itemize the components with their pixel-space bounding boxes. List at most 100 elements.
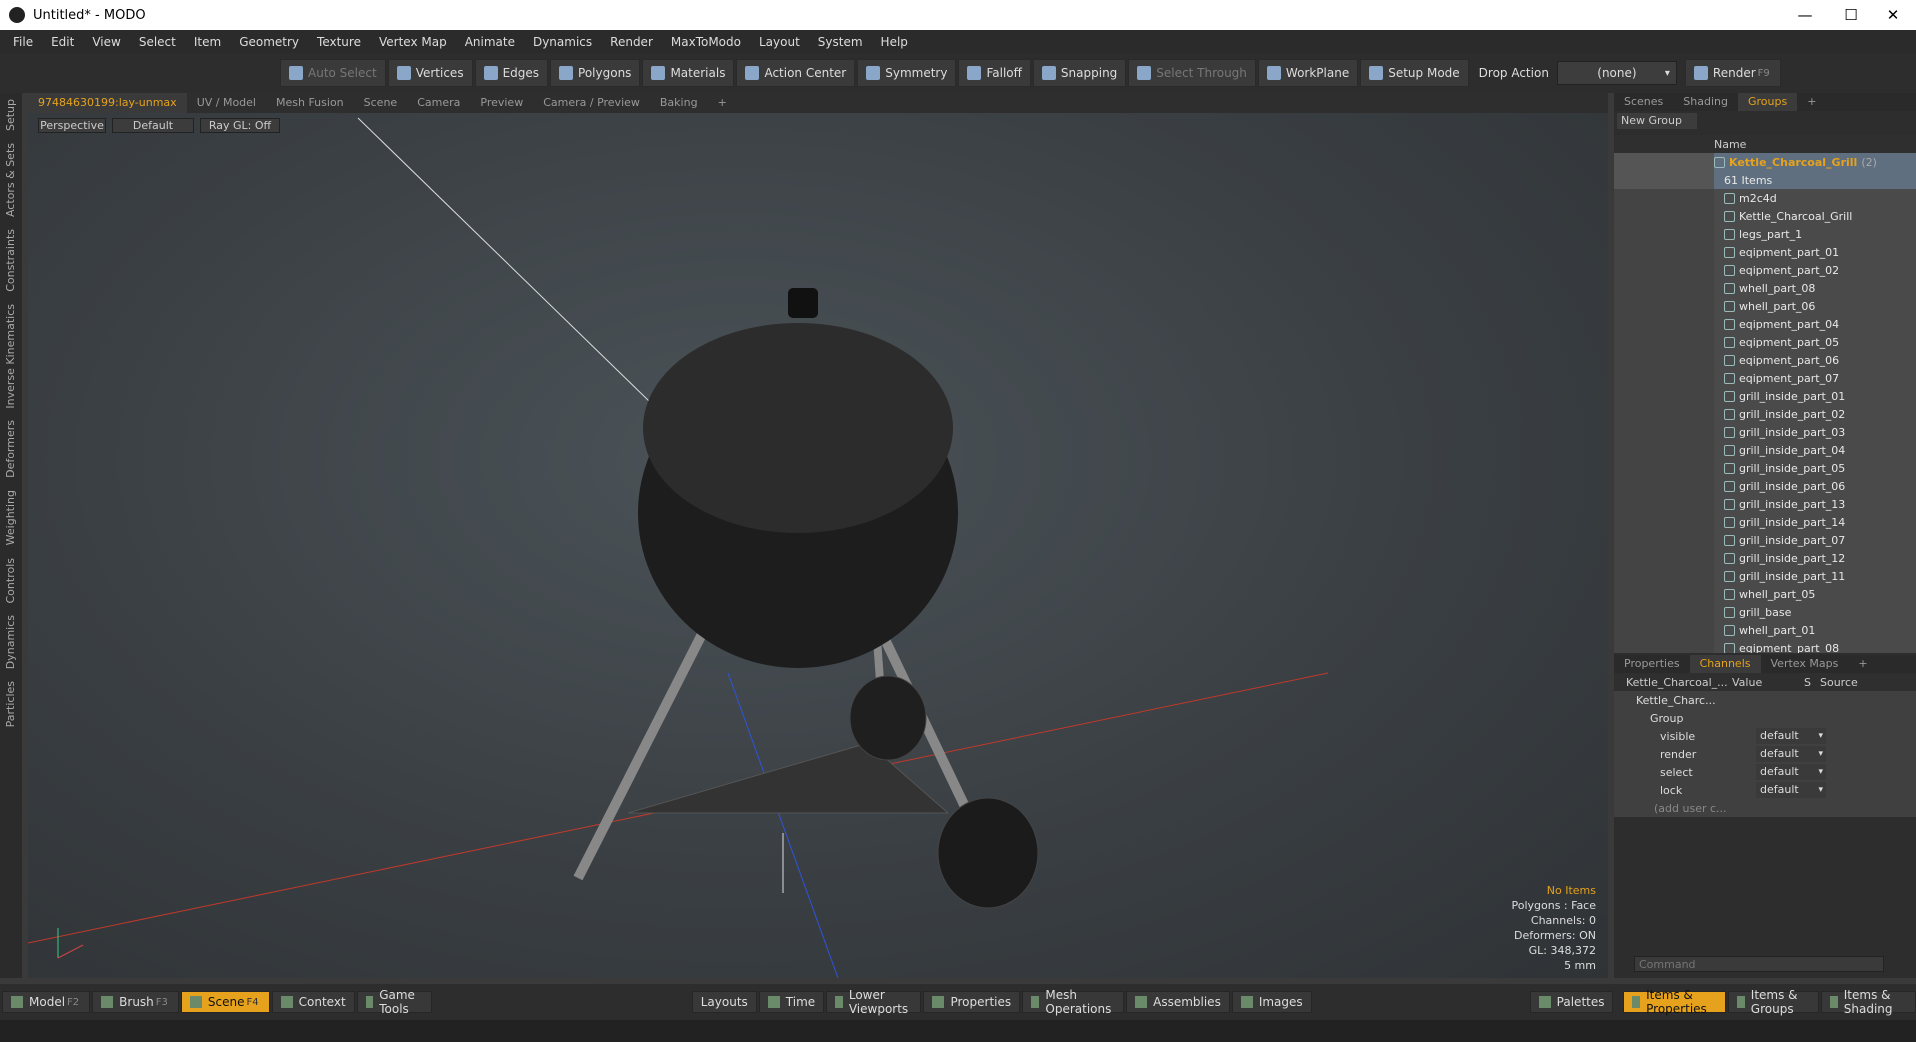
tree-item[interactable]: grill_base [1614, 603, 1916, 621]
materials-button[interactable]: Materials [642, 59, 735, 87]
side-tab-particles[interactable]: Particles [4, 675, 17, 733]
render-button[interactable]: Render F9 [1684, 59, 1781, 87]
side-tab-controls[interactable]: Controls [4, 552, 17, 610]
tab-baking[interactable]: Baking [650, 93, 708, 113]
images-button[interactable]: Images [1231, 991, 1312, 1013]
menu-view[interactable]: View [83, 35, 129, 49]
menu-animate[interactable]: Animate [456, 35, 524, 49]
setup-mode-button[interactable]: Setup Mode [1360, 59, 1469, 87]
tree-item[interactable]: grill_inside_part_14 [1614, 513, 1916, 531]
tree-item[interactable]: grill_inside_part_01 [1614, 387, 1916, 405]
tab-preview[interactable]: Preview [470, 93, 533, 113]
add-user-channel[interactable]: (add user c... [1614, 799, 1916, 817]
side-tab-constraints[interactable]: Constraints [4, 223, 17, 298]
tree-item[interactable]: eqipment_part_04 [1614, 315, 1916, 333]
menu-maxtomodo[interactable]: MaxToModo [662, 35, 750, 49]
menu-dynamics[interactable]: Dynamics [524, 35, 601, 49]
new-group-button[interactable]: New Group [1617, 113, 1697, 129]
side-tab-weighting[interactable]: Weighting [4, 484, 17, 551]
tree-item[interactable]: grill_inside_part_11 [1614, 567, 1916, 585]
channel-value-select[interactable]: default [1756, 764, 1826, 780]
items-properties-button[interactable]: Items & Properties [1623, 988, 1727, 1016]
tab-camera-preview[interactable]: Camera / Preview [533, 93, 650, 113]
tree-item[interactable]: Kettle_Charcoal_Grill [1614, 207, 1916, 225]
drop-action-select[interactable]: (none) [1556, 61, 1677, 85]
tree-item[interactable]: grill_inside_part_03 [1614, 423, 1916, 441]
tab-scene[interactable]: Scene [354, 93, 408, 113]
model-button[interactable]: Model F2 [2, 991, 91, 1013]
channel-row[interactable]: visible default [1614, 727, 1916, 745]
channel-value-select[interactable]: default [1756, 746, 1826, 762]
shading-dropdown[interactable]: Default [112, 118, 194, 133]
raygl-toggle[interactable]: Ray GL: Off [200, 118, 280, 133]
side-tab-dynamics[interactable]: Dynamics [4, 609, 17, 675]
tab-add-panel[interactable]: + [1797, 93, 1826, 111]
mesh-operations-button[interactable]: Mesh Operations [1022, 988, 1125, 1016]
channel-group[interactable]: Group [1614, 709, 1916, 727]
channel-row[interactable]: render default [1614, 745, 1916, 763]
auto-select-button[interactable]: Auto Select [280, 59, 386, 87]
symmetry-button[interactable]: Symmetry [857, 59, 957, 87]
tree-item[interactable]: legs_part_1 [1614, 225, 1916, 243]
tab-scenes[interactable]: Scenes [1614, 93, 1673, 111]
items-groups-button[interactable]: Items & Groups [1728, 988, 1820, 1016]
tree-item[interactable]: grill_inside_part_04 [1614, 441, 1916, 459]
perspective-dropdown[interactable]: Perspective [38, 118, 106, 133]
tab-vertex-maps[interactable]: Vertex Maps [1761, 655, 1849, 673]
tree-item[interactable]: eqipment_part_06 [1614, 351, 1916, 369]
side-tab-inverse-kinematics[interactable]: Inverse Kinematics [4, 298, 17, 415]
tree-item[interactable]: eqipment_part_02 [1614, 261, 1916, 279]
tree-item[interactable]: whell_part_01 [1614, 621, 1916, 639]
tree-item[interactable]: grill_inside_part_05 [1614, 459, 1916, 477]
close-button[interactable]: ✕ [1870, 0, 1916, 30]
tab-properties[interactable]: Properties [1614, 655, 1690, 673]
channel-row[interactable]: select default [1614, 763, 1916, 781]
tree-item[interactable]: whell_part_05 [1614, 585, 1916, 603]
menu-help[interactable]: Help [872, 35, 917, 49]
menu-file[interactable]: File [4, 35, 42, 49]
3d-viewport[interactable]: Perspective Default Ray GL: Off No Items… [28, 113, 1608, 978]
lower-viewports-button[interactable]: Lower Viewports [826, 988, 922, 1016]
tab-shading[interactable]: Shading [1673, 93, 1738, 111]
vertices-button[interactable]: Vertices [387, 59, 473, 87]
edges-button[interactable]: Edges [474, 59, 549, 87]
tree-item[interactable]: grill_inside_part_12 [1614, 549, 1916, 567]
scene-button[interactable]: Scene F4 [180, 991, 270, 1013]
tree-item[interactable]: grill_inside_part_02 [1614, 405, 1916, 423]
menu-select[interactable]: Select [130, 35, 185, 49]
tab-layout-unmax[interactable]: 97484630199:lay-unmax [28, 93, 187, 113]
tab-uv-model[interactable]: UV / Model [187, 93, 266, 113]
tree-item[interactable]: m2c4d [1614, 189, 1916, 207]
tree-item[interactable]: eqipment_part_05 [1614, 333, 1916, 351]
command-input[interactable] [1634, 956, 1884, 972]
properties-button[interactable]: Properties [923, 991, 1021, 1013]
tab-groups[interactable]: Groups [1737, 93, 1798, 111]
tree-item[interactable]: grill_inside_part_06 [1614, 477, 1916, 495]
tree-item[interactable]: grill_inside_part_13 [1614, 495, 1916, 513]
menu-system[interactable]: System [809, 35, 872, 49]
tree-root-group[interactable]: Kettle_Charcoal_Grill (2) [1614, 153, 1916, 171]
tree-item[interactable]: grill_inside_part_07 [1614, 531, 1916, 549]
channel-value-select[interactable]: default [1756, 728, 1826, 744]
tab-add-props[interactable]: + [1848, 655, 1877, 673]
side-tab-actors-sets[interactable]: Actors & Sets [4, 137, 17, 223]
snapping-button[interactable]: Snapping [1032, 59, 1127, 87]
context-button[interactable]: Context [271, 991, 355, 1013]
channel-row[interactable]: lock default [1614, 781, 1916, 799]
workplane-button[interactable]: WorkPlane [1257, 59, 1359, 87]
channel-value-select[interactable]: default [1756, 782, 1826, 798]
menu-vertex-map[interactable]: Vertex Map [370, 35, 456, 49]
tree-item[interactable]: whell_part_08 [1614, 279, 1916, 297]
time-button[interactable]: Time [758, 991, 825, 1013]
menu-texture[interactable]: Texture [308, 35, 370, 49]
tab-camera[interactable]: Camera [407, 93, 470, 113]
tree-item[interactable]: eqipment_part_07 [1614, 369, 1916, 387]
maximize-button[interactable]: ☐ [1828, 0, 1874, 30]
tab-channels[interactable]: Channels [1689, 655, 1761, 673]
game-tools-button[interactable]: Game Tools [356, 988, 432, 1016]
side-tab-setup[interactable]: Setup [4, 93, 17, 137]
tab-mesh-fusion[interactable]: Mesh Fusion [266, 93, 354, 113]
items-shading-button[interactable]: Items & Shading [1821, 988, 1916, 1016]
side-tab-deformers[interactable]: Deformers [4, 414, 17, 484]
polygons-button[interactable]: Polygons [550, 59, 641, 87]
